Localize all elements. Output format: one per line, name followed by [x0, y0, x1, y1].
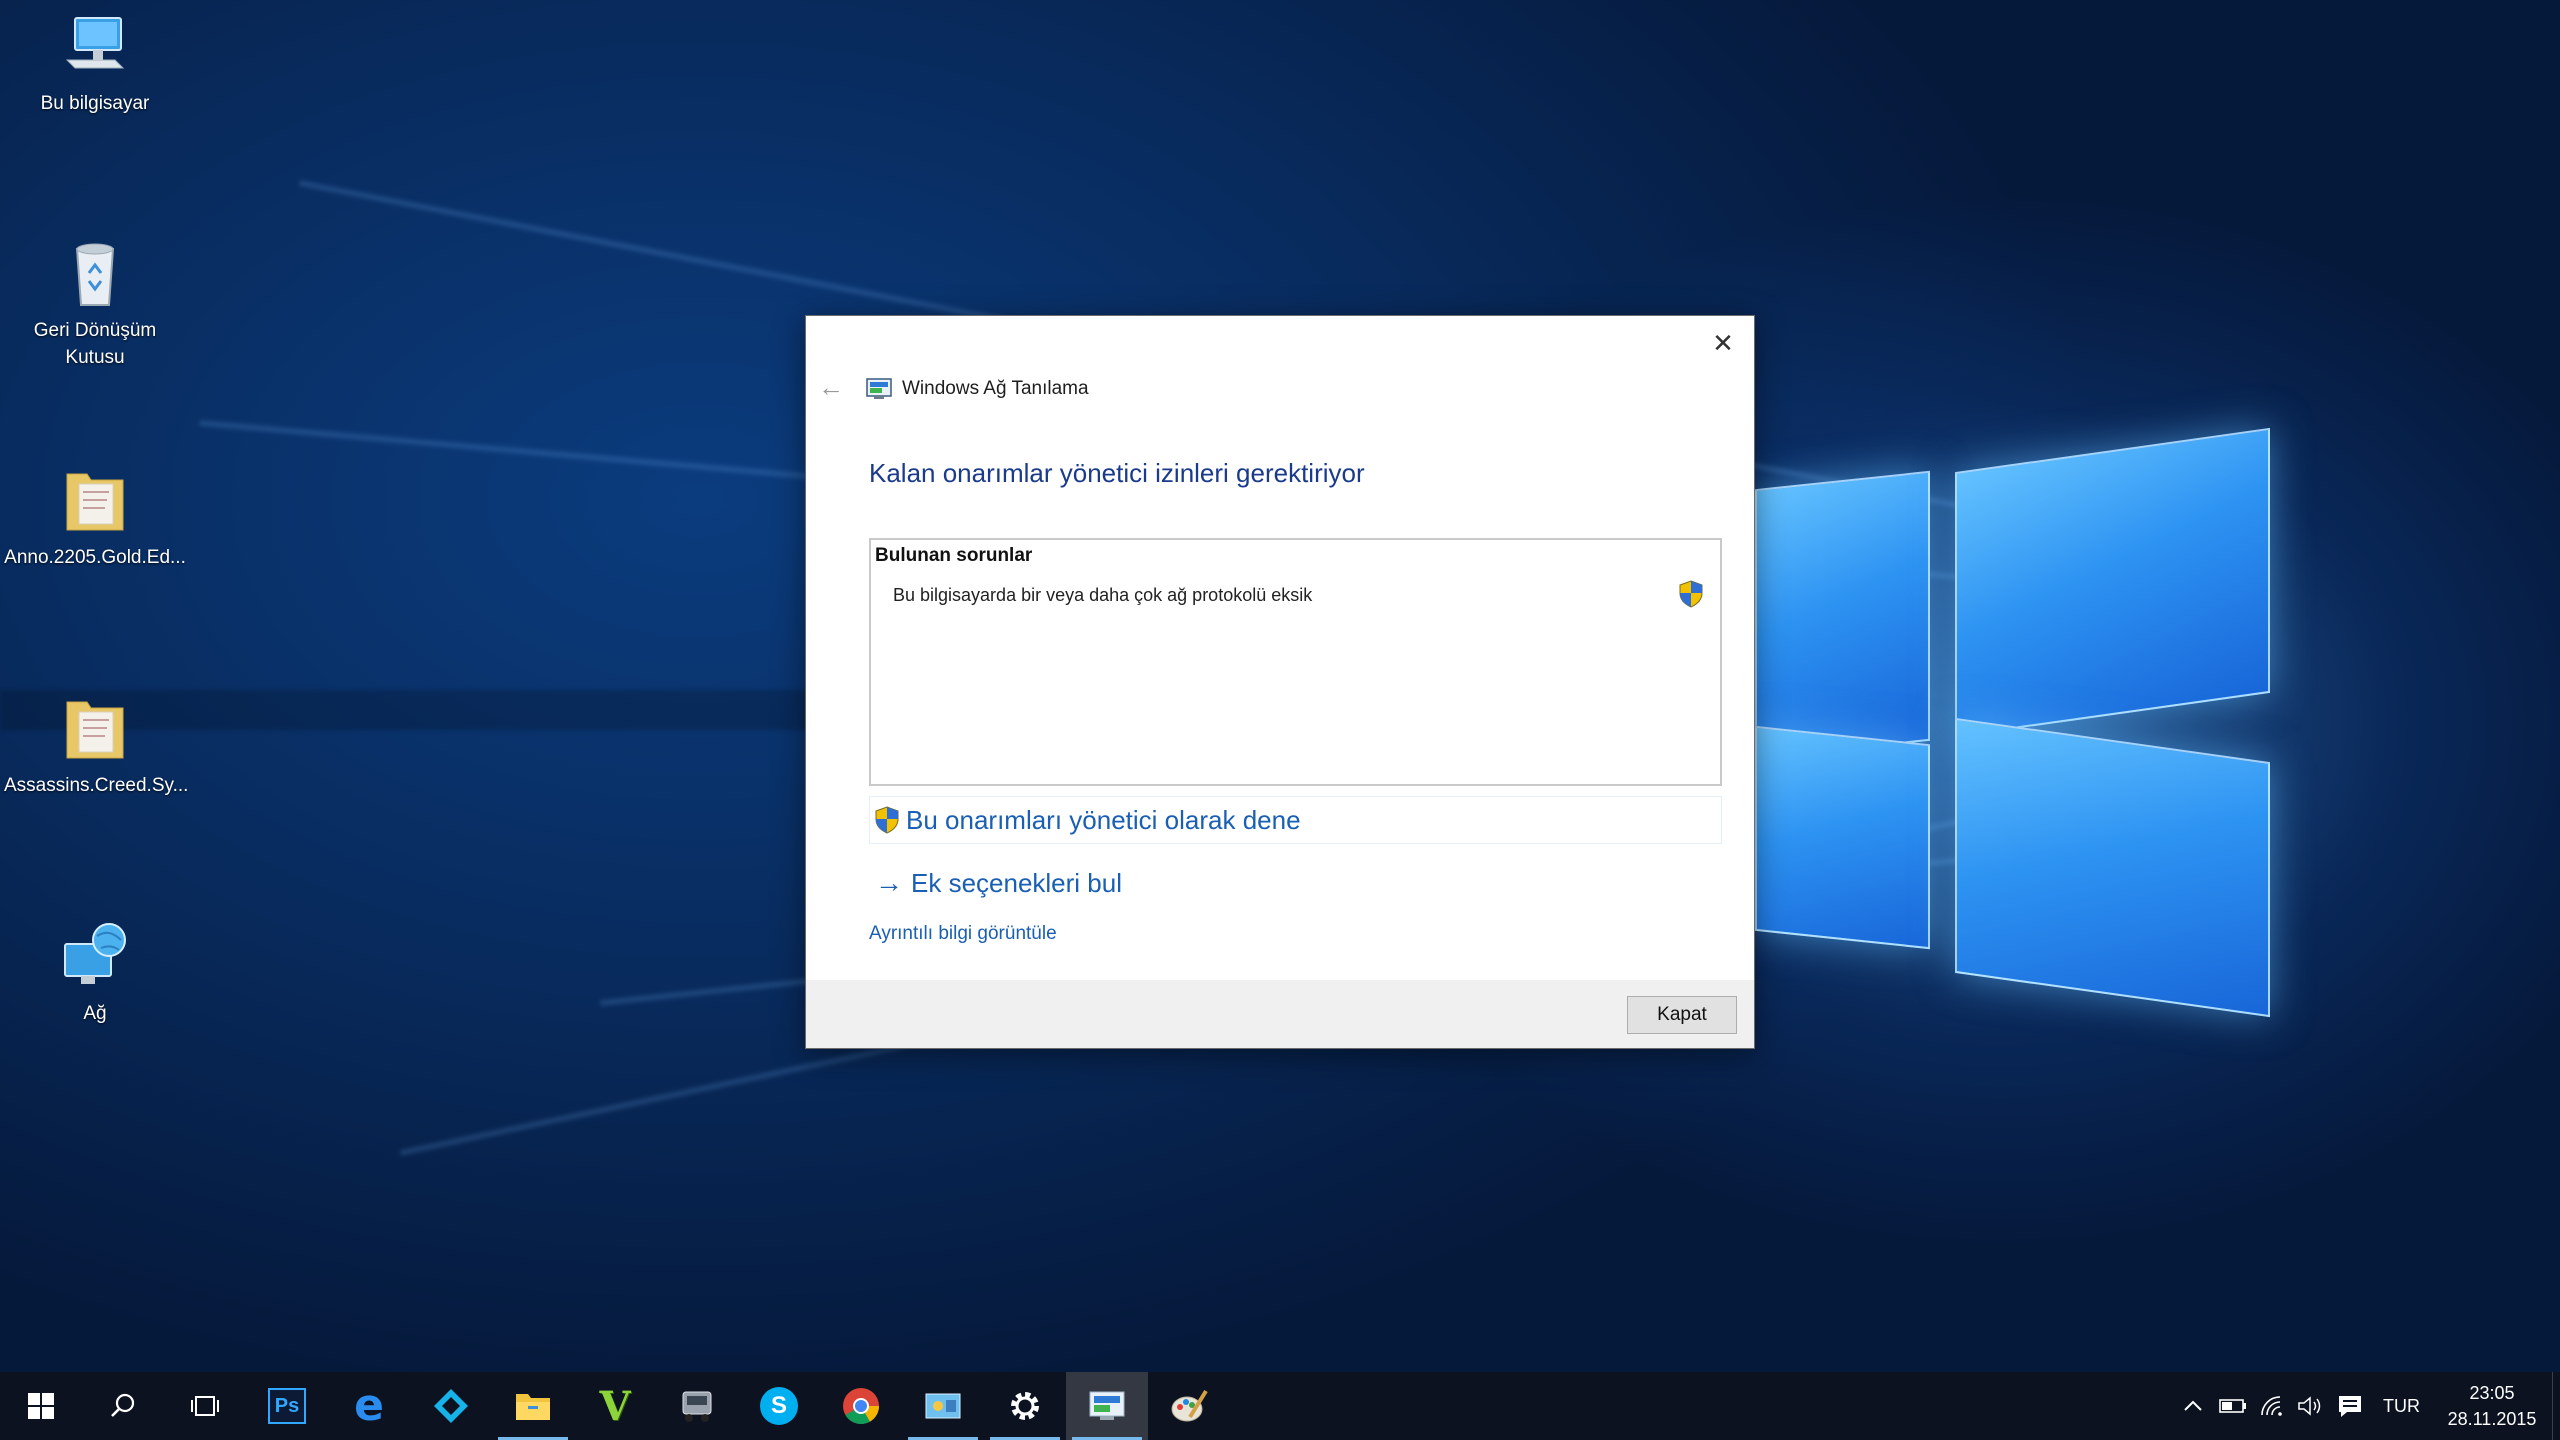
network-tray-button[interactable]: [2253, 1372, 2291, 1440]
task-view-icon: [191, 1396, 219, 1416]
uac-shield-icon: [1678, 580, 1704, 608]
clock-time: 23:05: [2469, 1383, 2515, 1403]
recycle-bin-icon: [57, 235, 133, 311]
chevron-up-icon: [2184, 1400, 2202, 1411]
skype-icon-text: S: [770, 1392, 787, 1419]
truck-icon: [682, 1391, 712, 1422]
network-icon: [57, 918, 133, 994]
task-view-button[interactable]: [164, 1372, 246, 1440]
desktop-icon-anno-folder[interactable]: Anno.2205.Gold.Ed...: [0, 462, 190, 571]
close-button[interactable]: Kapat: [1627, 996, 1737, 1034]
logo-pane: [1955, 717, 2270, 1018]
desktop-icon-recycle-bin[interactable]: Geri Dönüşüm Kutusu: [0, 235, 190, 371]
skype-icon: S: [760, 1387, 798, 1425]
windows-start-icon: [28, 1393, 54, 1419]
desktop-icon-assassins-folder[interactable]: Assassins.Creed.Sy...: [0, 690, 190, 799]
problem-item: Bu bilgisayarda bir veya daha çok ağ pro…: [893, 585, 1313, 605]
vegas-icon: V: [599, 1382, 631, 1430]
file-explorer-icon: [516, 1394, 550, 1420]
taskbar-app-paint[interactable]: [1148, 1372, 1230, 1440]
logo-pane: [1955, 427, 2270, 738]
photoshop-icon-text: Ps: [274, 1394, 300, 1417]
desktop-icon-this-pc[interactable]: Bu bilgisayar: [0, 8, 190, 117]
taskbar-app-file-explorer[interactable]: [492, 1372, 574, 1440]
speaker-icon: [2298, 1396, 2321, 1416]
battery-button[interactable]: [2213, 1372, 2253, 1440]
start-button[interactable]: [0, 1372, 82, 1440]
dialog-heading: Kalan onarımlar yönetici izinleri gerekt…: [869, 458, 1365, 488]
try-as-admin-label: Bu onarımları yönetici olarak dene: [906, 804, 1301, 835]
taskbar-app-truck[interactable]: [656, 1372, 738, 1440]
taskbar-app-settings[interactable]: [984, 1372, 1066, 1440]
taskbar-app-kodi[interactable]: [410, 1372, 492, 1440]
control-panel-icon: [925, 1393, 961, 1419]
logo-pane: [1755, 470, 1930, 760]
close-icon[interactable]: ✕: [1706, 326, 1740, 360]
desktop-icon-label: Geri Dönüşüm Kutusu: [33, 320, 157, 368]
input-language-indicator[interactable]: TUR: [2371, 1372, 2432, 1440]
clock-date: 28.11.2015: [2447, 1409, 2537, 1429]
dialog-app-title-row: Windows Ağ Tanılama: [866, 374, 1089, 404]
find-more-options-button[interactable]: → Ek seçenekleri bul: [869, 861, 1122, 905]
view-details-link[interactable]: Ayrıntılı bilgi görüntüle: [869, 923, 1057, 945]
uac-shield-icon: [874, 806, 900, 834]
dialog-app-title: Windows Ağ Tanılama: [902, 378, 1089, 399]
system-tray: TUR 23:05 28.11.2015: [2173, 1372, 2560, 1440]
taskbar-app-network-diagnostics[interactable]: [1066, 1372, 1148, 1440]
kodi-icon: [434, 1389, 468, 1423]
action-center-icon: [2339, 1396, 2361, 1417]
battery-icon: [2219, 1399, 2246, 1413]
problems-title: Bulunan sorunlar: [875, 545, 1033, 566]
desktop-icon-label: Anno.2205.Gold.Ed...: [4, 547, 186, 568]
desktop-icon-network[interactable]: Ağ: [0, 918, 190, 1027]
edge-icon: e: [354, 1380, 384, 1431]
taskbar-app-photoshop[interactable]: Ps: [246, 1372, 328, 1440]
taskbar-app-edge[interactable]: e: [328, 1372, 410, 1440]
windows-logo-wallpaper: [1755, 427, 2275, 1020]
network-diagnostics-dialog: ✕ ← Windows Ağ Tanılama Kalan onarımlar …: [805, 315, 1755, 1049]
folder-icon: [57, 690, 133, 766]
desktop-icon-label: Bu bilgisayar: [40, 93, 150, 114]
network-diagnostics-icon: [866, 378, 892, 400]
taskbar-app-chrome[interactable]: [820, 1372, 902, 1440]
photoshop-icon: Ps: [268, 1388, 306, 1424]
show-hidden-icons-button[interactable]: [2173, 1372, 2213, 1440]
desktop-icon-label: Assassins.Creed.Sy...: [4, 775, 189, 796]
settings-icon: [1011, 1392, 1039, 1420]
try-as-admin-button[interactable]: Bu onarımları yönetici olarak dene: [869, 796, 1722, 844]
action-center-button[interactable]: [2329, 1372, 2371, 1440]
search-button[interactable]: [82, 1372, 164, 1440]
show-desktop-button[interactable]: [2552, 1372, 2560, 1440]
taskbar-app-vegas[interactable]: V: [574, 1372, 656, 1440]
paint-icon: [1171, 1389, 1208, 1422]
arrow-right-icon: →: [875, 867, 903, 898]
taskbar: Ps e V S TUR 23:05 28.11.2015: [0, 1372, 2560, 1440]
taskbar-app-skype[interactable]: S: [738, 1372, 820, 1440]
chrome-icon: [843, 1388, 879, 1425]
taskbar-app-control-panel[interactable]: [902, 1372, 984, 1440]
volume-button[interactable]: [2291, 1372, 2329, 1440]
dialog-footer: Kapat: [806, 980, 1754, 1048]
desktop-icon-label: Ağ: [83, 1003, 107, 1024]
search-icon: [111, 1393, 135, 1417]
wifi-icon: [2261, 1396, 2282, 1416]
problems-found-box: Bulunan sorunlar Bu bilgisayarda bir vey…: [869, 538, 1722, 786]
back-arrow-icon[interactable]: ←: [816, 372, 846, 402]
folder-icon: [57, 462, 133, 538]
this-pc-icon: [57, 8, 133, 84]
logo-pane: [1755, 725, 1930, 950]
find-more-options-label: Ek seçenekleri bul: [911, 867, 1122, 898]
taskbar-clock[interactable]: 23:05 28.11.2015: [2432, 1380, 2552, 1432]
network-diagnostics-icon: [1089, 1391, 1125, 1420]
